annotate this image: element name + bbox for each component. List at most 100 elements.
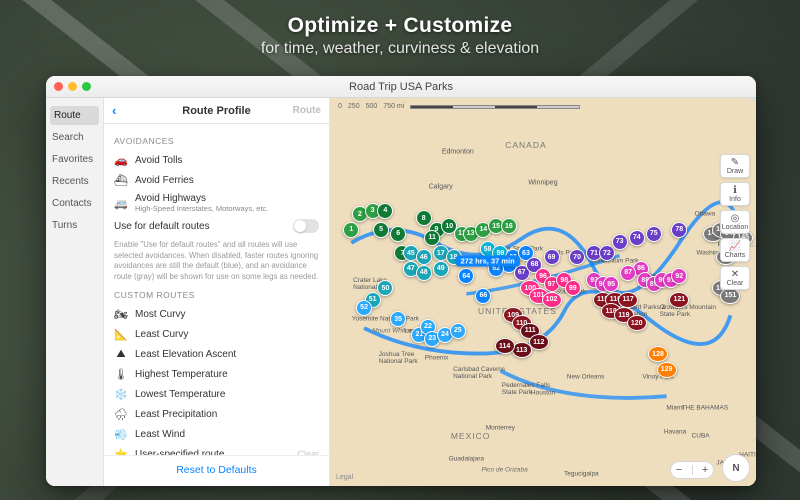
map-pin[interactable]: 70 bbox=[569, 249, 585, 265]
tab-turns[interactable]: Turns bbox=[46, 215, 103, 236]
map-pin[interactable]: 74 bbox=[629, 230, 645, 246]
map-pin[interactable]: 78 bbox=[671, 222, 687, 238]
custom-route-row[interactable]: ❄️Lowest Temperature bbox=[114, 384, 319, 404]
custom-route-icon: 🏍 bbox=[114, 307, 128, 321]
custom-route-row[interactable]: 🏍Most Curvy bbox=[114, 304, 319, 324]
map-pin[interactable]: 1 bbox=[343, 222, 359, 238]
info-icon: ℹ︎ bbox=[733, 186, 737, 196]
toggle-switch[interactable] bbox=[293, 219, 319, 233]
map-view[interactable]: 0 250 500 750 mi CANADAEdmontonCalgaryWi… bbox=[330, 98, 756, 486]
legal-link[interactable]: Legal bbox=[336, 474, 353, 481]
map-pin[interactable]: 4 bbox=[377, 203, 393, 219]
map-pin[interactable]: 5 bbox=[373, 222, 389, 238]
use-default-label: Use for default routes bbox=[114, 221, 210, 232]
compass-button[interactable]: N bbox=[722, 454, 750, 482]
map-pin[interactable]: 95 bbox=[603, 276, 619, 292]
custom-route-label: Least Curvy bbox=[135, 329, 188, 340]
map-label: Monterrey bbox=[486, 424, 515, 431]
tab-search[interactable]: Search bbox=[46, 127, 103, 148]
map-pin[interactable]: 6 bbox=[390, 226, 406, 242]
map-pin[interactable]: 102 bbox=[542, 292, 562, 308]
map-tool-clear[interactable]: ✕Clear bbox=[720, 266, 750, 290]
route-duration-chip: 272 hrs, 37 min bbox=[456, 255, 520, 266]
map-label: CANADA bbox=[505, 140, 546, 150]
avoidance-row[interactable]: 🚗Avoid Tolls bbox=[114, 150, 319, 170]
zoom-out-button[interactable]: − bbox=[676, 464, 682, 476]
charts-icon: 📈 bbox=[729, 242, 741, 252]
map-label: Crowders MountainState Park bbox=[660, 304, 716, 318]
compass-label: N bbox=[732, 463, 739, 474]
panel-title: Route Profile bbox=[182, 105, 250, 117]
back-button[interactable]: ‹ bbox=[112, 103, 116, 118]
use-default-row[interactable]: Use for default routes bbox=[114, 216, 319, 236]
map-pin[interactable]: 120 bbox=[627, 315, 647, 331]
map-label: THE BAHAMAS bbox=[682, 405, 729, 412]
tab-favorites[interactable]: Favorites bbox=[46, 149, 103, 170]
avoidance-icon: ⛴ bbox=[114, 173, 128, 187]
zoom-in-button[interactable]: + bbox=[702, 464, 708, 476]
map-tool-charts[interactable]: 📈Charts bbox=[720, 238, 750, 262]
map-pin[interactable]: 50 bbox=[377, 280, 393, 296]
tab-contacts[interactable]: Contacts bbox=[46, 193, 103, 214]
map-pin[interactable]: 99 bbox=[565, 280, 581, 296]
map-label: Havana bbox=[664, 428, 686, 435]
zoom-control[interactable]: − + bbox=[670, 461, 714, 479]
map-pin[interactable]: 114 bbox=[495, 338, 515, 354]
section-label-avoidances: AVOIDANCES bbox=[114, 136, 319, 146]
map-pin[interactable]: 35 bbox=[390, 311, 406, 327]
map-label: Carlsbad CavernsNational Park bbox=[453, 366, 505, 380]
custom-route-row[interactable]: 🌡Highest Temperature bbox=[114, 364, 319, 384]
avoidance-label: Avoid Ferries bbox=[135, 175, 194, 186]
map-pin[interactable]: 151 bbox=[720, 288, 740, 304]
map-pin[interactable]: 72 bbox=[599, 245, 615, 261]
custom-route-row[interactable]: ⛰Least Elevation Ascent bbox=[114, 344, 319, 364]
use-default-note: Enable "Use for default routes" and all … bbox=[114, 240, 319, 282]
map-pin[interactable]: 25 bbox=[450, 323, 466, 339]
map-pin[interactable]: 16 bbox=[501, 218, 517, 234]
clear-icon: ✕ bbox=[731, 270, 739, 280]
map-pin[interactable]: 52 bbox=[356, 300, 372, 316]
tab-recents[interactable]: Recents bbox=[46, 171, 103, 192]
custom-route-icon: 🌡 bbox=[114, 367, 128, 381]
draw-icon: ✎ bbox=[731, 158, 739, 168]
map-pin[interactable]: 66 bbox=[475, 288, 491, 304]
app-window: Road Trip USA Parks Route SearchFavorites… bbox=[46, 76, 756, 486]
map-pin[interactable]: 69 bbox=[544, 249, 560, 265]
custom-route-row[interactable]: 🌧Least Precipitation bbox=[114, 404, 319, 424]
map-pin[interactable]: 117 bbox=[618, 292, 638, 308]
tab-route[interactable]: Route bbox=[50, 106, 99, 125]
custom-route-row[interactable]: 💨Least Wind bbox=[114, 424, 319, 444]
map-pin[interactable]: 64 bbox=[458, 268, 474, 284]
map-pin[interactable]: 11 bbox=[424, 230, 440, 246]
custom-route-row[interactable]: 📐 Least Curvy bbox=[114, 324, 319, 344]
map-label: Guadalajara bbox=[449, 455, 484, 462]
map-pin[interactable]: 75 bbox=[646, 226, 662, 242]
map-pin[interactable]: 129 bbox=[657, 362, 677, 378]
map-label: New Orleans bbox=[567, 374, 605, 381]
avoidance-row[interactable]: 🚐Avoid HighwaysHigh-Speed Interstates, M… bbox=[114, 190, 319, 216]
map-pin[interactable]: 113 bbox=[512, 342, 532, 358]
avoidance-row[interactable]: ⛴ Avoid Ferries bbox=[114, 170, 319, 190]
custom-route-icon: 📐 bbox=[114, 327, 128, 341]
map-label: Calgary bbox=[429, 184, 453, 191]
map-pin[interactable]: 87 bbox=[620, 265, 636, 281]
custom-route-row[interactable]: ⭐User-specified routeClear bbox=[114, 444, 319, 455]
map-label: MEXICO bbox=[451, 431, 491, 441]
custom-route-label: Least Precipitation bbox=[135, 409, 217, 420]
map-pin[interactable]: 112 bbox=[529, 334, 549, 350]
map-pin[interactable]: 92 bbox=[671, 268, 687, 284]
map-pin[interactable]: 48 bbox=[416, 265, 432, 281]
custom-route-icon: ⭐ bbox=[114, 447, 128, 455]
map-pin[interactable]: 128 bbox=[648, 346, 668, 362]
map-pin[interactable]: 49 bbox=[433, 261, 449, 277]
map-pin[interactable]: 46 bbox=[416, 249, 432, 265]
reset-defaults-button[interactable]: Reset to Defaults bbox=[104, 455, 329, 486]
map-tool-location[interactable]: ◎Location bbox=[720, 210, 750, 234]
map-tool-info[interactable]: ℹ︎Info bbox=[720, 182, 750, 206]
map-pin[interactable]: 73 bbox=[612, 234, 628, 250]
map-pin[interactable]: 121 bbox=[669, 292, 689, 308]
map-tool-draw[interactable]: ✎Draw bbox=[720, 154, 750, 178]
map-label: Winnipeg bbox=[528, 180, 557, 187]
titlebar: Road Trip USA Parks bbox=[46, 76, 756, 98]
panel-header-right: Route bbox=[293, 105, 321, 116]
